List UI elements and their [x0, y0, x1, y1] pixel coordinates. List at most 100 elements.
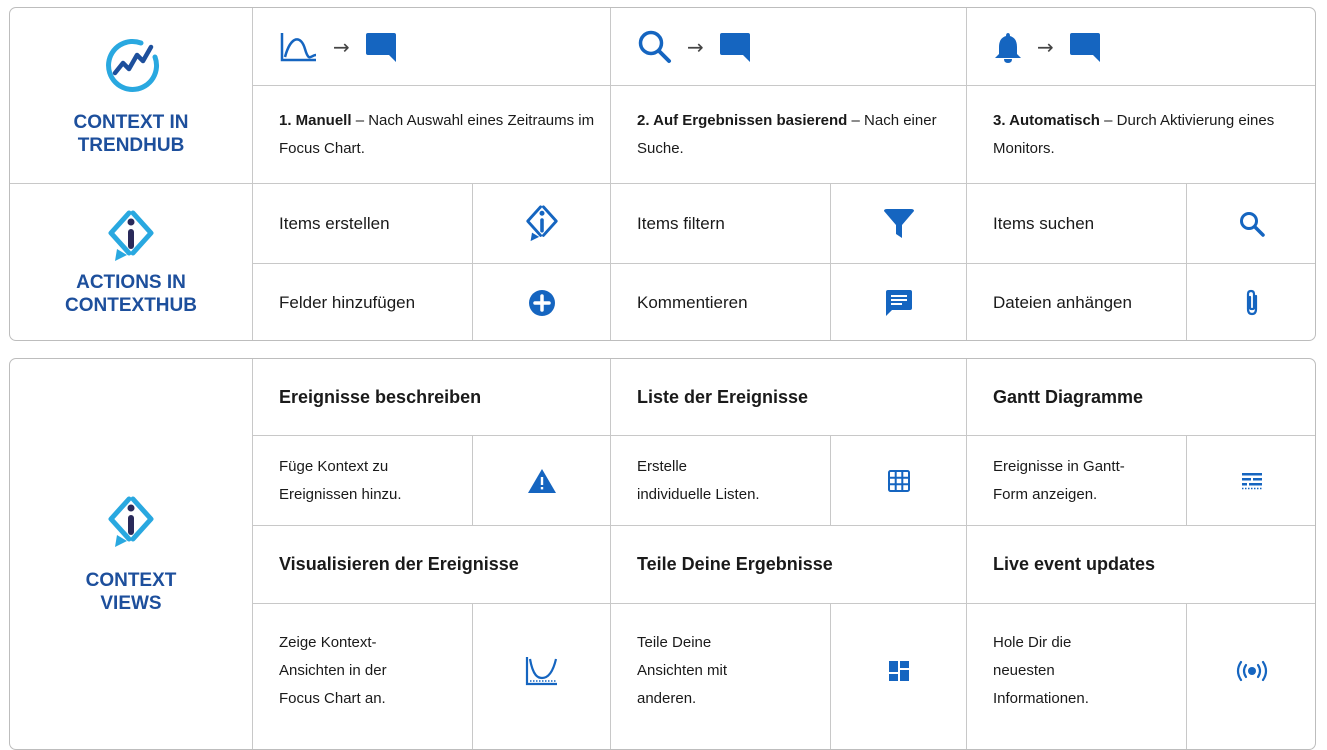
search-icon — [1240, 211, 1265, 237]
describe-events-icon-cell — [473, 436, 611, 526]
actions-in-contexthub-section: ACTIONS IN CONTEXTHUB — [10, 184, 253, 340]
desc-line: Füge Kontext zu — [279, 457, 389, 475]
mode-name: 1. Manuell — [279, 111, 352, 129]
comment-icon — [1069, 32, 1100, 62]
add-circle-icon — [528, 290, 555, 316]
bell-icon — [995, 32, 1021, 63]
view-description: Ereignisse in Gantt- Form anzeigen. — [967, 436, 1187, 526]
desc-line: Ansichten in der — [279, 661, 387, 679]
section-title: CONTEXTHUB — [65, 295, 197, 316]
visualize-events-icon-cell — [473, 604, 611, 749]
view-title: Liste der Ereignisse — [637, 386, 809, 407]
desc-line: Ereignissen hinzu. — [279, 485, 402, 503]
mode-name: 2. Auf Ergebnissen basierend — [637, 111, 848, 129]
broadcast-icon — [1236, 660, 1268, 681]
action-add-fields: Felder hinzufügen — [253, 264, 473, 340]
filter-icon-cell — [831, 184, 967, 264]
desc-line: anderen. — [637, 689, 697, 707]
search-icon — [638, 30, 671, 63]
view-title: Visualisieren der Ereignisse — [279, 554, 519, 574]
view-title: Ereignisse beschreiben — [279, 386, 482, 407]
arrow: → — [1037, 34, 1054, 59]
view-title: Teile Deine Ergebnisse — [637, 554, 833, 574]
automatic-flow: → — [967, 8, 1315, 86]
search-icon-cell — [1187, 184, 1315, 264]
desc-line: Zeige Kontext- — [279, 633, 377, 651]
comment-icon — [885, 290, 912, 316]
context-actions-panel: CONTEXT IN TRENDHUB → → → 1. Manuell – N… — [9, 7, 1316, 341]
section-title: VIEWS — [100, 593, 162, 614]
section-title: CONTEXT IN — [73, 111, 189, 133]
filter-icon — [883, 208, 914, 238]
trend-chart-icon — [106, 38, 160, 92]
view-header: Live event updates — [967, 526, 1315, 604]
context-item-icon — [525, 204, 558, 241]
action-label: Items erstellen — [279, 213, 390, 233]
context-views-panel: CONTEXT VIEWS Ereignisse beschreiben Lis… — [9, 358, 1316, 750]
action-label: Kommentieren — [637, 293, 748, 312]
action-create-items: Items erstellen — [253, 184, 473, 264]
create-items-icon-cell — [473, 184, 611, 264]
grid-table-icon — [887, 469, 910, 492]
view-header: Liste der Ereignisse — [611, 359, 967, 436]
desc-line: Teile Deine — [637, 633, 712, 651]
live-updates-icon-cell — [1187, 604, 1315, 749]
view-header: Visualisieren der Ereignisse — [253, 526, 611, 604]
add-fields-icon-cell — [473, 264, 611, 340]
attachment-icon-cell — [1187, 264, 1315, 340]
desc-line: Hole Dir die — [993, 633, 1072, 651]
action-search-items: Items suchen — [967, 184, 1187, 264]
share-results-icon-cell — [831, 604, 967, 749]
context-item-icon — [108, 210, 154, 261]
view-header: Gantt Diagramme — [967, 359, 1315, 436]
arrow: → — [687, 34, 704, 59]
view-title: Gantt Diagramme — [993, 386, 1144, 407]
desc-line: individuelle Listen. — [637, 485, 760, 503]
section-title: ACTIONS IN — [76, 272, 186, 293]
list-events-icon-cell — [831, 436, 967, 526]
gantt-icon-cell — [1187, 436, 1315, 526]
attachment-icon — [1246, 289, 1258, 316]
desc-line: Ereignisse in Gantt- — [993, 457, 1125, 475]
action-label: Items suchen — [993, 213, 1095, 233]
view-description: Erstelle individuelle Listen. — [611, 436, 831, 526]
desc-line: Form anzeigen. — [993, 485, 1098, 503]
comment-icon-cell — [831, 264, 967, 340]
action-attach-files: Dateien anhängen — [967, 264, 1187, 340]
desc-line: Ansichten mit — [637, 661, 728, 679]
action-comment: Kommentieren — [611, 264, 831, 340]
view-description: Füge Kontext zu Ereignissen hinzu. — [253, 436, 473, 526]
view-description: Hole Dir die neuesten Informationen. — [967, 604, 1187, 749]
warning-icon — [527, 468, 556, 493]
section-title: CONTEXT — [85, 570, 177, 591]
action-label: Items filtern — [637, 213, 725, 233]
section-title: TRENDHUB — [77, 134, 185, 156]
results-flow: → — [611, 8, 967, 86]
view-header: Teile Deine Ergebnisse — [611, 526, 967, 604]
action-label: Felder hinzufügen — [279, 293, 416, 312]
context-in-trendhub-section: CONTEXT IN TRENDHUB — [10, 8, 253, 184]
comment-icon — [719, 32, 750, 62]
action-filter-items: Items filtern — [611, 184, 831, 264]
mode-name: 3. Automatisch — [993, 111, 1100, 129]
results-description: 2. Auf Ergebnissen basierend – Nach eine… — [611, 86, 967, 184]
automatic-description: 3. Automatisch – Durch Aktivierung eines… — [967, 86, 1315, 184]
comment-icon — [365, 32, 396, 62]
desc-line: Focus Chart an. — [279, 689, 386, 707]
chart-curve-icon — [280, 32, 317, 61]
arrow: → — [333, 34, 350, 59]
manual-description: 1. Manuell – Nach Auswahl eines Zeitraum… — [253, 86, 611, 184]
desc-line: Informationen. — [993, 689, 1089, 707]
desc-line: Erstelle — [637, 457, 688, 475]
view-description: Teile Deine Ansichten mit anderen. — [611, 604, 831, 749]
gantt-chart-icon — [1242, 472, 1262, 489]
context-views-section: CONTEXT VIEWS — [10, 359, 253, 749]
view-header: Ereignisse beschreiben — [253, 359, 611, 436]
view-title: Live event updates — [993, 554, 1156, 574]
chart-curve-icon — [525, 656, 557, 685]
desc-line: neuesten — [993, 661, 1055, 679]
view-description: Zeige Kontext- Ansichten in der Focus Char… — [253, 604, 473, 749]
action-label: Dateien anhängen — [993, 293, 1132, 312]
context-item-icon — [108, 496, 154, 547]
manual-flow: → — [253, 8, 611, 86]
